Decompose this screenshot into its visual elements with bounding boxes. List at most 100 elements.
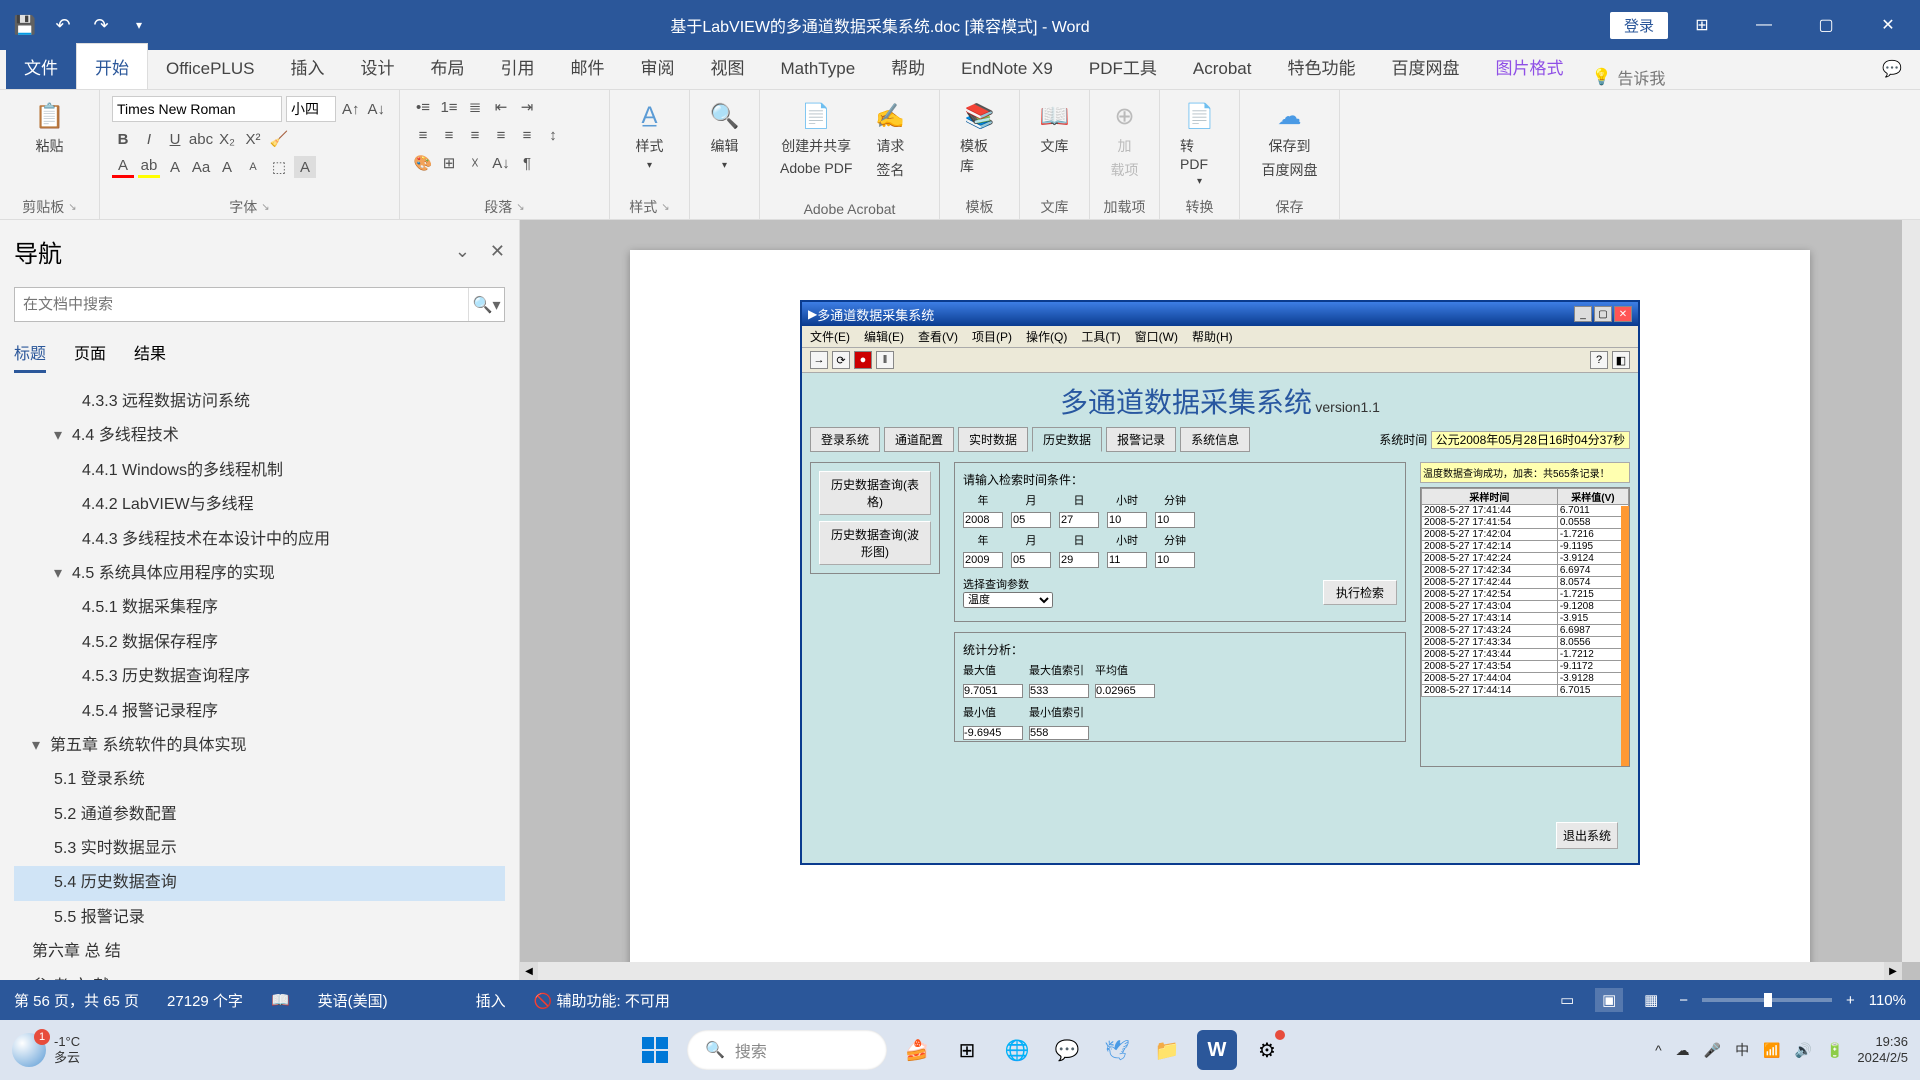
tab-mailings[interactable]: 邮件 <box>553 44 623 89</box>
zoom-out-icon[interactable]: − <box>1679 992 1688 1009</box>
nav-item[interactable]: 4.4.3 多线程技术在本设计中的应用 <box>14 523 505 557</box>
font-name-input[interactable] <box>112 96 282 122</box>
paragraph-launcher-icon[interactable]: ↘ <box>516 202 524 213</box>
nav-item[interactable]: 4.4.2 LabVIEW与多线程 <box>14 488 505 522</box>
decrease-indent-icon[interactable]: ⇤ <box>490 96 512 118</box>
tray-ime[interactable]: 中 <box>1735 1040 1749 1060</box>
app-word-icon[interactable]: W <box>1197 1030 1237 1070</box>
nav-item[interactable]: 5.3 实时数据显示 <box>14 832 505 866</box>
multilevel-icon[interactable]: ≣ <box>464 96 486 118</box>
close-icon[interactable]: ✕ <box>1860 0 1916 50</box>
tab-endnote[interactable]: EndNote X9 <box>943 49 1071 89</box>
bold-icon[interactable]: B <box>112 128 134 150</box>
save-baidu-button[interactable]: ☁保存到百度网盘 <box>1252 96 1327 184</box>
zoom-in-icon[interactable]: + <box>1846 992 1855 1009</box>
tab-insert[interactable]: 插入 <box>273 44 343 89</box>
page-info[interactable]: 第 56 页，共 65 页 <box>14 990 139 1011</box>
weather-widget[interactable]: 1 -1°C多云 <box>12 1033 80 1067</box>
text-effect-icon[interactable]: A <box>164 156 186 178</box>
app-cake-icon[interactable]: 🍰 <box>897 1030 937 1070</box>
doc-scrollbar-v[interactable] <box>1902 220 1920 962</box>
bullets-icon[interactable]: •≡ <box>412 96 434 118</box>
undo-icon[interactable]: ↶ <box>52 14 74 36</box>
underline-icon[interactable]: U <box>164 128 186 150</box>
tab-baidu[interactable]: 百度网盘 <box>1373 44 1477 89</box>
request-sign-button[interactable]: ✍请求签名 <box>866 96 914 184</box>
qat-dropdown-icon[interactable]: ▾ <box>128 14 150 36</box>
align-right-icon[interactable]: ≡ <box>464 124 486 146</box>
increase-font-icon[interactable]: A↑ <box>340 98 362 120</box>
char-border-icon[interactable]: ⬚ <box>268 156 290 178</box>
insert-mode[interactable]: 插入 <box>476 990 506 1011</box>
nav-item[interactable]: 4.4 多线程技术 <box>14 419 505 453</box>
font-color-icon[interactable]: A <box>112 156 134 178</box>
strike-icon[interactable]: abc <box>190 128 212 150</box>
nav-item[interactable]: 4.5.4 报警记录程序 <box>14 695 505 729</box>
superscript-icon[interactable]: X² <box>242 128 264 150</box>
justify-icon[interactable]: ≡ <box>490 124 512 146</box>
numbering-icon[interactable]: 1≡ <box>438 96 460 118</box>
align-center-icon[interactable]: ≡ <box>438 124 460 146</box>
comments-button[interactable]: 💬 <box>1864 49 1920 89</box>
nav-item[interactable]: 4.4.1 Windows的多线程机制 <box>14 454 505 488</box>
styles-button[interactable]: A̲样式▾ <box>622 96 677 175</box>
app-explorer-icon[interactable]: 📁 <box>1147 1030 1187 1070</box>
grow-icon[interactable]: A <box>216 156 238 178</box>
borders-icon[interactable]: ⊞ <box>438 152 460 174</box>
wenku-button[interactable]: 📖文库 <box>1032 96 1077 160</box>
nav-search-input[interactable] <box>15 288 468 321</box>
zoom-level[interactable]: 110% <box>1869 992 1906 1009</box>
nav-search-icon[interactable]: 🔍▾ <box>468 288 504 321</box>
nav-item[interactable]: 第五章 系统软件的具体实现 <box>14 729 505 763</box>
scroll-left-icon[interactable]: ◀ <box>520 962 538 980</box>
subscript-icon[interactable]: X₂ <box>216 128 238 150</box>
styles-launcher-icon[interactable]: ↘ <box>661 202 669 213</box>
web-layout-icon[interactable]: ▦ <box>1637 988 1665 1012</box>
editing-button[interactable]: 🔍编辑▾ <box>702 96 747 175</box>
nav-item[interactable]: 5.1 登录系统 <box>14 763 505 797</box>
signin-button[interactable]: 登录 <box>1610 12 1668 39</box>
document-page[interactable]: ▶ 多通道数据采集系统 _ ▢ ✕ 文件(E)编辑(E)查看(V)项目(P)操作… <box>630 250 1810 980</box>
app-edge-icon[interactable]: 🌐 <box>997 1030 1037 1070</box>
start-button[interactable] <box>633 1028 677 1072</box>
tray-wifi-icon[interactable]: 📶 <box>1763 1042 1780 1059</box>
nav-close-icon[interactable]: ✕ <box>490 241 505 262</box>
distribute-icon[interactable]: ≡ <box>516 124 538 146</box>
book-icon[interactable]: 📖 <box>271 991 290 1009</box>
doc-scrollbar-h[interactable]: ◀ ▶ <box>520 962 1902 980</box>
paste-button[interactable]: 📋 粘贴 <box>12 96 87 160</box>
app-chat-icon[interactable]: 💬 <box>1047 1030 1087 1070</box>
tab-officeplus[interactable]: OfficePLUS <box>148 49 273 89</box>
read-mode-icon[interactable]: ▭ <box>1553 988 1581 1012</box>
minimize-icon[interactable]: — <box>1736 0 1792 50</box>
change-case-icon[interactable]: Aa <box>190 156 212 178</box>
nav-tab-headings[interactable]: 标题 <box>14 340 46 373</box>
font-launcher-icon[interactable]: ↘ <box>261 202 269 213</box>
nav-collapse-icon[interactable]: ⌄ <box>455 241 470 262</box>
save-icon[interactable]: 💾 <box>14 14 36 36</box>
tab-pdftools[interactable]: PDF工具 <box>1071 44 1175 89</box>
tab-references[interactable]: 引用 <box>483 44 553 89</box>
increase-indent-icon[interactable]: ⇥ <box>516 96 538 118</box>
shrink-icon[interactable]: A <box>242 156 264 178</box>
sort-icon[interactable]: A↓ <box>490 152 512 174</box>
tab-picture-format[interactable]: 图片格式 <box>1477 44 1581 89</box>
create-pdf-button[interactable]: 📄创建并共享Adobe PDF <box>772 96 860 184</box>
nav-item[interactable]: 4.5.1 数据采集程序 <box>14 591 505 625</box>
word-count[interactable]: 27129 个字 <box>167 990 243 1011</box>
font-size-input[interactable] <box>286 96 336 122</box>
addins-button[interactable]: ⊕加载项 <box>1102 96 1147 184</box>
nav-item[interactable]: 5.2 通道参数配置 <box>14 798 505 832</box>
ribbon-display-icon[interactable]: ⊞ <box>1674 0 1730 50</box>
tab-design[interactable]: 设计 <box>343 44 413 89</box>
decrease-font-icon[interactable]: A↓ <box>366 98 388 120</box>
line-spacing-icon[interactable]: ↕ <box>542 124 564 146</box>
tray-onedrive-icon[interactable]: ☁ <box>1676 1042 1690 1059</box>
nav-item[interactable]: 第六章 总 结 <box>14 935 505 969</box>
nav-item[interactable]: 4.5.2 数据保存程序 <box>14 626 505 660</box>
tab-special[interactable]: 特色功能 <box>1269 44 1373 89</box>
tab-file[interactable]: 文件 <box>6 44 76 89</box>
tab-help[interactable]: 帮助 <box>873 44 943 89</box>
tray-volume-icon[interactable]: 🔊 <box>1795 1042 1812 1059</box>
highlight-icon[interactable]: ab <box>138 156 160 178</box>
